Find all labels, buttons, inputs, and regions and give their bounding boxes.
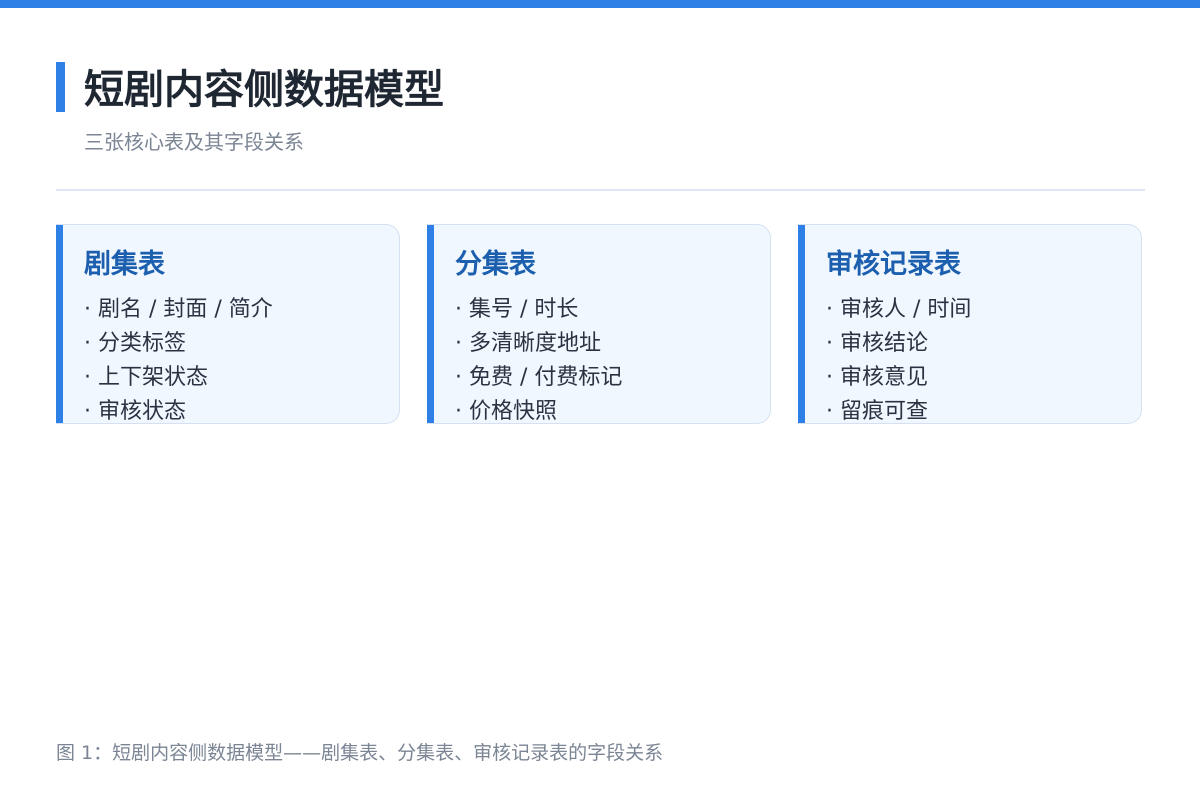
field-item: · 价格快照 (455, 399, 557, 424)
card-title: 分集表 (455, 249, 536, 280)
figure-caption: 图 1：短剧内容侧数据模型——剧集表、分集表、审核记录表的字段关系 (56, 742, 664, 764)
field-item: · 剧名 / 封面 / 简介 (84, 297, 273, 322)
field-item: · 审核状态 (84, 399, 186, 424)
field-item: · 多清晰度地址 (455, 331, 601, 356)
field-item: · 审核意见 (826, 365, 928, 390)
field-list: · 审核人 / 时间 · 审核结论 · 审核意见 · 留痕可查 (826, 293, 972, 424)
field-item: · 审核人 / 时间 (826, 297, 972, 322)
card-episode-table: 分集表 · 集号 / 时长 · 多清晰度地址 · 免费 / 付费标记 · 价格快… (427, 224, 771, 424)
card-review-record-table: 审核记录表 · 审核人 / 时间 · 审核结论 · 审核意见 · 留痕可查 (798, 224, 1142, 424)
field-item: · 集号 / 时长 (455, 297, 579, 322)
card-episode-series-table: 剧集表 · 剧名 / 封面 / 简介 · 分类标签 · 上下架状态 · 审核状态 (56, 224, 400, 424)
page-subtitle: 三张核心表及其字段关系 (84, 130, 304, 154)
card-title: 剧集表 (84, 249, 165, 280)
page-title: 短剧内容侧数据模型 (84, 67, 444, 113)
field-item: · 留痕可查 (826, 399, 928, 424)
field-list: · 剧名 / 封面 / 简介 · 分类标签 · 上下架状态 · 审核状态 (84, 293, 273, 424)
field-item: · 免费 / 付费标记 (455, 365, 623, 390)
field-item: · 审核结论 (826, 331, 928, 356)
field-list: · 集号 / 时长 · 多清晰度地址 · 免费 / 付费标记 · 价格快照 (455, 293, 623, 424)
field-item: · 上下架状态 (84, 365, 208, 390)
title-accent-bar (56, 62, 65, 112)
header-divider (56, 189, 1145, 191)
field-item: · 分类标签 (84, 331, 186, 356)
card-title: 审核记录表 (826, 249, 961, 280)
top-accent-bar (0, 0, 1200, 8)
